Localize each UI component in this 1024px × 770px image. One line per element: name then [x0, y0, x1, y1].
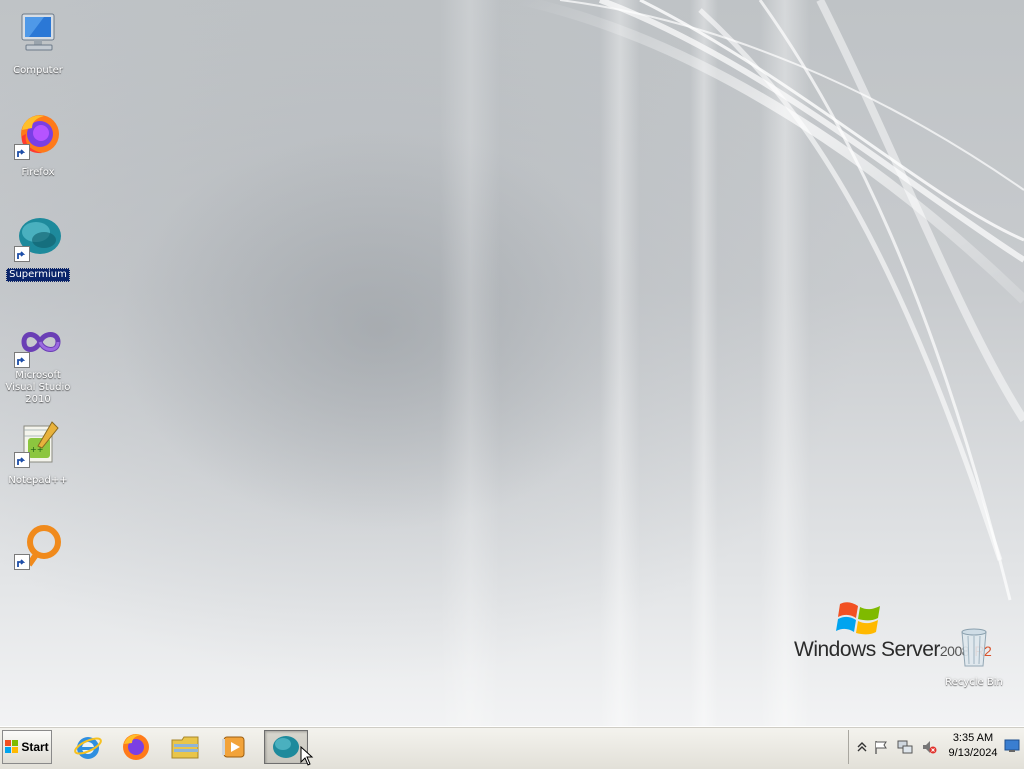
- desktop-icon-label: Supermium: [6, 268, 70, 282]
- shortcut-arrow-icon: [14, 554, 30, 570]
- desktop-icon-notepadpp[interactable]: ++ Notepad++: [0, 420, 76, 487]
- desktop-icon-computer[interactable]: Computer: [0, 10, 76, 77]
- network-icon[interactable]: [897, 739, 913, 755]
- supermium-icon: [273, 736, 299, 758]
- shortcut-arrow-icon: [14, 246, 30, 262]
- recycle-bin-icon: [950, 622, 998, 670]
- media-player-icon: [222, 736, 245, 758]
- taskbar-firefox[interactable]: [114, 730, 158, 764]
- desktop-icon-supermium[interactable]: Supermium: [0, 214, 76, 282]
- wallpaper-light-band: [440, 0, 500, 726]
- shortcut-arrow-icon: [14, 352, 30, 368]
- taskbar-internet-explorer[interactable]: [66, 730, 110, 764]
- show-desktop-icon: [1004, 739, 1020, 752]
- volume-muted-icon[interactable]: [921, 739, 937, 755]
- desktop-icon-label: Computer: [13, 65, 63, 76]
- desktop-background[interactable]: Computer Firefox Supermium Microsoft Vis…: [0, 0, 1024, 726]
- notepadpp-icon: ++: [14, 420, 62, 468]
- start-button[interactable]: Start: [2, 730, 52, 764]
- desktop-icon-firefox[interactable]: Firefox: [0, 112, 76, 179]
- tray-clock[interactable]: 3:35 AM 9/13/2024: [946, 731, 1000, 761]
- start-label: Start: [21, 740, 49, 754]
- clock-date: 9/13/2024: [948, 747, 998, 759]
- mouse-cursor-icon: [300, 745, 314, 770]
- show-hidden-icons-chevron[interactable]: [854, 739, 870, 755]
- desktop-icon-orange-app[interactable]: [0, 522, 76, 589]
- visual-studio-icon: [14, 320, 62, 368]
- wallpaper-light-band: [600, 0, 640, 726]
- desktop-icon-visual-studio[interactable]: Microsoft Visual Studio 2010: [0, 320, 76, 406]
- action-center-flag-icon[interactable]: [873, 739, 889, 755]
- windows-flag-logo-icon: [836, 602, 880, 635]
- taskbar: Start: [0, 726, 1024, 769]
- shortcut-arrow-icon: [14, 452, 30, 468]
- desktop-icon-label: Notepad++: [8, 475, 68, 486]
- desktop-icon-label: Recycle Bin: [945, 677, 1003, 688]
- desktop-icon-label: Firefox: [21, 167, 55, 178]
- desktop-icon-label: Microsoft Visual Studio 2010: [5, 370, 71, 405]
- internet-explorer-icon: [74, 737, 102, 759]
- desktop-icon-recycle-bin[interactable]: Recycle Bin: [936, 622, 1012, 689]
- taskbar-windows-explorer[interactable]: [164, 730, 208, 764]
- computer-icon: [14, 10, 62, 58]
- show-desktop-button[interactable]: [1002, 729, 1022, 763]
- clock-time: 3:35 AM: [952, 732, 994, 744]
- supermium-icon: [14, 214, 62, 262]
- wallpaper-light-band: [690, 0, 718, 726]
- os-name: Windows Server: [794, 638, 940, 661]
- firefox-icon: [123, 734, 149, 760]
- folder-icon: [171, 736, 199, 759]
- taskbar-media-player[interactable]: [212, 730, 256, 764]
- firefox-icon: [14, 112, 62, 160]
- orange-ring-app-icon: [14, 522, 62, 570]
- windows-flag-icon: [5, 740, 19, 753]
- shortcut-arrow-icon: [14, 144, 30, 160]
